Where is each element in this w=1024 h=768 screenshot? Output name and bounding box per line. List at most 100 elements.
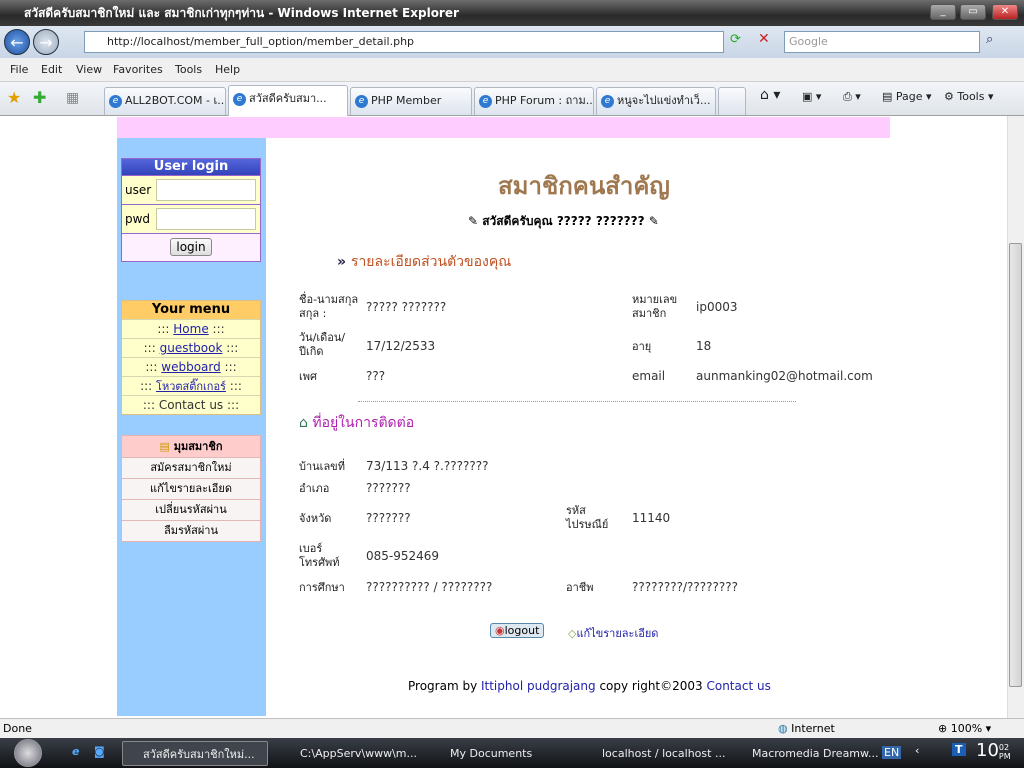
menu-favorites[interactable]: Favorites — [113, 63, 163, 76]
menu-help[interactable]: Help — [215, 63, 240, 76]
clock[interactable]: 1002 PM — [976, 740, 1011, 761]
tab-php-forum[interactable]: e PHP Forum : ถาม... — [474, 87, 594, 115]
house-value: 73/113 ?.4 ?.??????? — [366, 459, 489, 473]
taskbar-item-dreamweaver[interactable]: Macromedia Dreamw... — [732, 741, 879, 766]
member-id-label: หมายเลข สมาชิก — [632, 293, 678, 320]
tray-t-icon[interactable]: T — [952, 743, 966, 756]
login-box: User login user pwd login — [121, 158, 261, 262]
member-corner-box: ▤ มุมสมาชิก สมัครสมาชิกใหม่ แก้ไขรายละเอ… — [121, 435, 261, 542]
zoom-control[interactable]: ⊕ 100% ▾ — [938, 719, 991, 738]
status-bar: Done ◍ Internet ⊕ 100% ▾ — [0, 718, 1024, 738]
tab-web[interactable]: e หนูจะไปแข่งทำเว็... — [596, 87, 716, 115]
register-link[interactable]: สมัครสมาชิกใหม่ — [122, 457, 260, 478]
guestbook-link[interactable]: guestbook — [160, 341, 223, 355]
tab-label: PHP Member — [371, 94, 442, 107]
tools-menu[interactable]: ⚙ Tools ▾ — [944, 90, 994, 103]
maximize-button[interactable]: ▭ — [960, 4, 986, 20]
member-corner-header: ▤ มุมสมาชิก — [122, 436, 260, 457]
edit-profile-link[interactable]: แก้ไขรายละเอียด — [122, 478, 260, 499]
quick-tabs-icon[interactable]: ▦ — [66, 90, 79, 106]
home-link[interactable]: Home — [173, 322, 208, 336]
taskbar-item-localhost[interactable]: localhost / localhost ... — [582, 741, 725, 766]
taskbar-item-mydocuments[interactable]: My Documents — [430, 741, 560, 766]
forward-button[interactable]: → — [33, 29, 59, 55]
menu-tools[interactable]: Tools — [175, 63, 202, 76]
new-tab-button[interactable] — [718, 87, 746, 115]
webboard-link[interactable]: webboard — [161, 360, 220, 374]
address-link[interactable]: ที่อยู่ในการติดต่อ — [312, 415, 414, 431]
forgot-password-link[interactable]: ลืมรหัสผ่าน — [122, 520, 260, 541]
age-label: อายุ — [632, 340, 652, 353]
education-value: ?????????? / ???????? — [366, 580, 493, 594]
tab-label: หนูจะไปแข่งทำเว็... — [617, 94, 711, 107]
add-favorite-icon[interactable]: ✚ — [33, 88, 46, 107]
minimize-button[interactable]: _ — [930, 4, 956, 20]
taskbar-item-folder[interactable]: C:\AppServ\www\m... — [280, 741, 417, 766]
pwd-input[interactable] — [156, 208, 256, 230]
zip-value: 11140 — [632, 511, 671, 525]
section-personal: » รายละเอียดส่วนตัวของคุณ — [337, 251, 511, 273]
member-corner-title: มุมสมาชิก — [173, 440, 223, 453]
home-icon[interactable]: ⌂ ▾ — [760, 87, 780, 103]
search-icon[interactable]: ⌕ — [986, 32, 993, 47]
divider — [358, 401, 796, 402]
personal-details-link[interactable]: รายละเอียดส่วนตัวของคุณ — [351, 254, 511, 270]
login-button[interactable]: login — [170, 238, 212, 256]
your-menu-box: Your menu ::: Home ::: ::: guestbook :::… — [121, 300, 261, 415]
section-address: ⌂ ที่อยู่ในการติดต่อ — [299, 412, 414, 434]
close-button[interactable]: ✕ — [992, 4, 1018, 20]
member-icon: ▤ — [159, 440, 174, 453]
age-value: 18 — [696, 339, 712, 353]
favorites-star-icon[interactable]: ★ — [7, 88, 21, 107]
language-indicator[interactable]: EN — [882, 746, 902, 759]
member-id-value: ip0003 — [696, 300, 738, 314]
tab-php-member[interactable]: e PHP Member — [350, 87, 472, 115]
user-input[interactable] — [156, 179, 256, 201]
scrollbar-thumb[interactable] — [1009, 243, 1022, 687]
refresh-icon[interactable]: ⟳ — [730, 32, 741, 47]
edit-details: ◇แก้ไขรายละเอียด — [568, 624, 658, 642]
your-menu-title: Your menu — [122, 301, 260, 319]
zone-label: Internet — [791, 722, 835, 735]
dob-label: วัน/เดือน/ ปีเกิด — [299, 331, 346, 358]
internet-zone: ◍ Internet — [778, 719, 835, 738]
back-button[interactable]: ← — [4, 29, 30, 55]
header-banner — [117, 117, 890, 138]
author-link[interactable]: Ittiphol pudgrajang — [481, 679, 596, 693]
print-icon[interactable]: ⎙ ▾ — [843, 90, 861, 104]
page-menu[interactable]: ▤ Page ▾ — [882, 90, 932, 103]
contact-link[interactable]: Contact us — [706, 679, 770, 693]
menu-view[interactable]: View — [76, 63, 102, 76]
start-button[interactable] — [14, 739, 42, 767]
search-input[interactable]: Google — [784, 31, 980, 53]
logout-button[interactable]: ◉logout — [490, 623, 545, 638]
tab-current[interactable]: e สวัสดีครับสมา... — [228, 85, 348, 116]
tray-expand-icon[interactable]: ‹ — [915, 744, 919, 757]
ie-quicklaunch-icon[interactable]: e — [72, 745, 79, 758]
pencil-icon: ✎ — [468, 214, 483, 228]
house-label: บ้านเลขที่ — [299, 460, 345, 473]
edit-details-link[interactable]: แก้ไขรายละเอียด — [576, 627, 658, 640]
login-title: User login — [122, 159, 260, 175]
stop-icon[interactable]: ✕ — [758, 31, 770, 47]
address-row: ← → http://localhost/member_full_option/… — [0, 26, 1024, 58]
tools-label: Tools — [957, 90, 985, 103]
dob-value: 17/12/2533 — [366, 339, 436, 353]
job-value: ????????/???????? — [632, 580, 738, 594]
menu-item-guestbook: ::: guestbook ::: — [122, 338, 260, 357]
page-label: Page — [895, 90, 923, 103]
menu-file[interactable]: File — [10, 63, 28, 76]
feeds-icon[interactable]: ▣ ▾ — [802, 90, 821, 103]
address-bar[interactable]: http://localhost/member_full_option/memb… — [84, 31, 724, 53]
taskbar-item-ie[interactable]: สวัสดีครับสมาชิกใหม่... — [122, 741, 268, 766]
menu-item-contact[interactable]: ::: Contact us ::: — [122, 395, 260, 414]
quicklaunch-icon[interactable]: ◙ — [94, 745, 105, 758]
logout-label: logout — [504, 624, 540, 637]
education-label: การศึกษา — [299, 581, 345, 594]
change-password-link[interactable]: เปลี่ยนรหัสผ่าน — [122, 499, 260, 520]
menu-edit[interactable]: Edit — [41, 63, 62, 76]
vote-sticker-link[interactable]: โหวตสติ๊กเกอร์ — [156, 380, 226, 393]
tab-all2bot[interactable]: e ALL2BOT.COM - เ... — [104, 87, 226, 115]
status-text: Done — [3, 722, 32, 735]
province-value: ??????? — [366, 511, 411, 525]
